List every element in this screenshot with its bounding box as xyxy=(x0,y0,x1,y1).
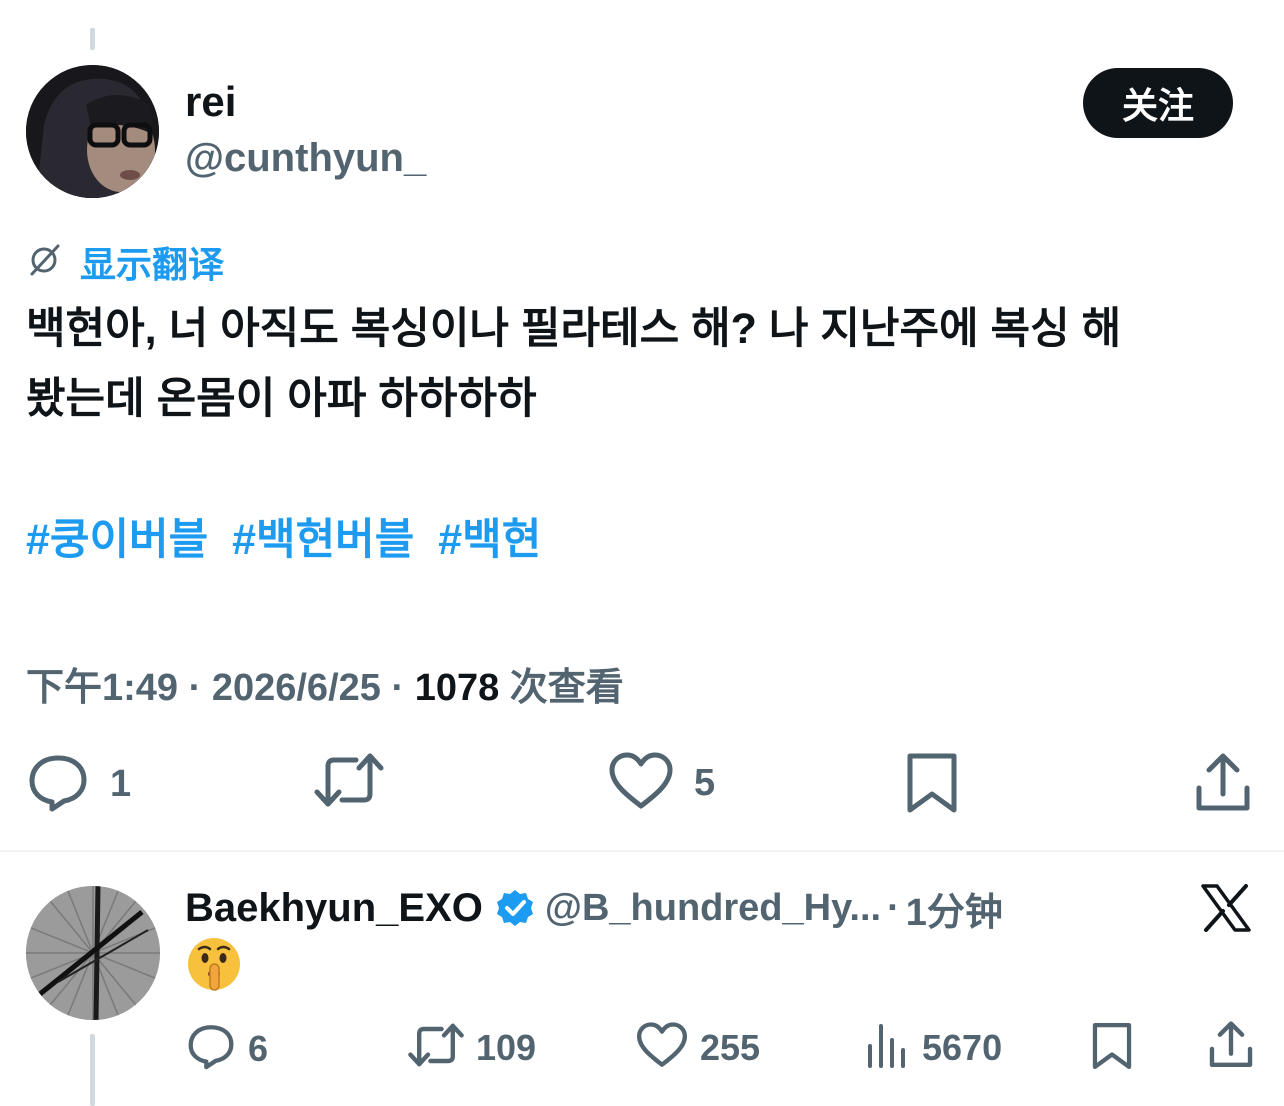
reply-like-button[interactable]: 255 xyxy=(636,1022,760,1073)
hashtag-link[interactable]: #쿵이버블 xyxy=(26,516,208,564)
reply-reply-count: 6 xyxy=(248,1027,269,1069)
like-count: 5 xyxy=(694,762,716,804)
reply-button[interactable]: 1 xyxy=(26,752,131,817)
share-icon xyxy=(1194,752,1252,819)
tweet-actions: 1 5 xyxy=(0,752,1284,822)
reply-icon xyxy=(26,752,90,817)
retweet-icon xyxy=(408,1022,464,1073)
reply-bookmark-button[interactable] xyxy=(1090,1022,1134,1075)
tweet-meta: 下午1:49 · 2026/6/25 · 1078 次查看 xyxy=(26,656,624,711)
tweet-date[interactable]: 2026/6/25 xyxy=(212,667,381,709)
thread-connector-top xyxy=(90,28,95,50)
reply-handle[interactable]: @B_hundred_Hy... xyxy=(545,887,881,930)
meta-separator: · xyxy=(391,667,405,709)
bookmark-icon xyxy=(1090,1022,1134,1075)
show-translation-link[interactable]: 显示翻译 xyxy=(26,236,224,288)
reply-actions: 6 109 255 5670 xyxy=(0,1020,1284,1076)
heart-icon xyxy=(608,752,674,815)
hashtag-list: #쿵이버블 #백현버블 #백현 xyxy=(26,505,553,567)
reply-separator: · xyxy=(887,886,900,929)
share-icon xyxy=(1208,1020,1254,1075)
follow-button[interactable]: 关注 xyxy=(1083,68,1233,138)
reply-retweet-button[interactable]: 109 xyxy=(408,1022,536,1073)
tweet-text-line-1: 백현아, 너 아직도 복싱이나 필라테스 해? 나 지난주에 복싱 해 xyxy=(26,305,1122,353)
reply-like-count: 255 xyxy=(700,1026,761,1068)
avatar[interactable] xyxy=(26,65,159,198)
reply-views-count: 5670 xyxy=(922,1026,1003,1068)
shushing-face-emoji xyxy=(186,938,242,996)
avatar-photo xyxy=(26,65,159,198)
views-label: 次查看 xyxy=(509,667,624,709)
thread-connector-bottom xyxy=(90,1034,95,1106)
reply-time[interactable]: 1分钟 xyxy=(906,881,1003,936)
reply-reply-button[interactable]: 6 xyxy=(186,1022,268,1075)
meta-separator: · xyxy=(188,667,202,709)
retweet-icon xyxy=(314,752,384,813)
reply-text: 🤫 xyxy=(186,936,242,997)
display-name[interactable]: rei xyxy=(185,78,236,126)
reply-avatar[interactable] xyxy=(26,886,160,1020)
retweet-button[interactable] xyxy=(314,752,384,813)
tweet-text: 백현아, 너 아직도 복싱이나 필라테스 해? 나 지난주에 복싱 해 봤는데 … xyxy=(26,294,1256,434)
analytics-icon xyxy=(866,1022,910,1073)
views-count: 1078 xyxy=(414,667,500,709)
reply-views-button[interactable]: 5670 xyxy=(866,1022,1002,1073)
tweet-time[interactable]: 下午1:49 xyxy=(26,667,178,709)
divider xyxy=(0,850,1284,852)
hashtag-link[interactable]: #백현 xyxy=(438,516,541,564)
tweet-text-line-2: 봤는데 온몸이 아파 하하하하 xyxy=(26,375,537,423)
reply-icon xyxy=(186,1022,236,1075)
reply-avatar-image xyxy=(26,886,160,1020)
bookmark-icon xyxy=(904,752,960,819)
reply-header: Baekhyun_EXO @B_hundred_Hy... · 1分钟 xyxy=(185,880,1003,936)
x-logo-icon[interactable] xyxy=(1200,884,1252,937)
reply-share-button[interactable] xyxy=(1208,1020,1254,1075)
like-button[interactable]: 5 xyxy=(608,752,715,815)
bookmark-button[interactable] xyxy=(904,752,960,819)
reply-display-name[interactable]: Baekhyun_EXO xyxy=(185,886,483,931)
heart-icon xyxy=(636,1022,688,1073)
reply-retweet-count: 109 xyxy=(476,1026,537,1068)
translate-label: 显示翻译 xyxy=(80,244,225,285)
verified-badge-icon[interactable] xyxy=(495,888,535,928)
user-handle[interactable]: @cunthyun_ xyxy=(185,136,426,181)
hashtag-link[interactable]: #백현버블 xyxy=(232,516,414,564)
translate-icon xyxy=(26,242,62,283)
share-button[interactable] xyxy=(1194,752,1252,819)
reply-count: 1 xyxy=(110,763,132,805)
